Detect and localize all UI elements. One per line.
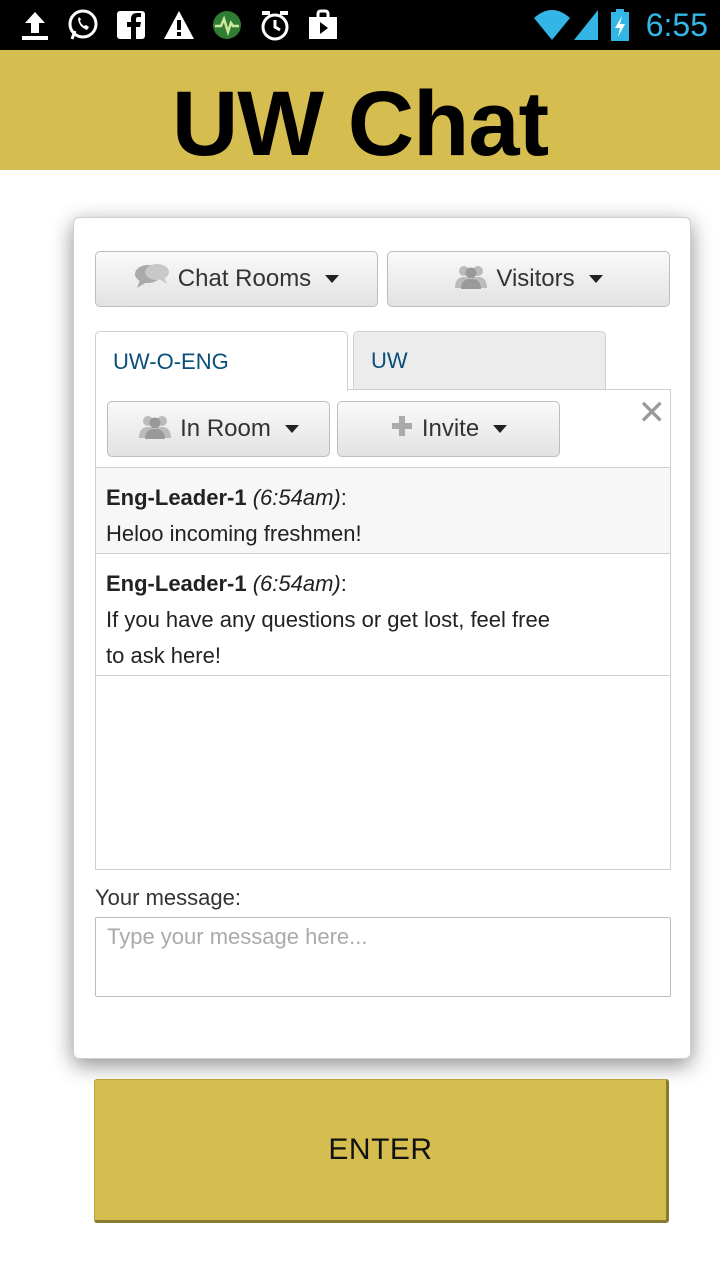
battery-charging-icon bbox=[608, 8, 632, 42]
chat-bubbles-icon bbox=[134, 262, 170, 297]
in-room-label: In Room bbox=[180, 415, 271, 442]
app-title: UW Chat bbox=[171, 73, 549, 175]
chat-rooms-button[interactable]: Chat Rooms bbox=[95, 251, 378, 307]
tab-label: UW bbox=[371, 347, 408, 373]
chat-rooms-label: Chat Rooms bbox=[177, 265, 312, 292]
upload-icon bbox=[18, 8, 52, 42]
app-header: UW Chat bbox=[0, 50, 720, 174]
visitors-button[interactable]: Visitors bbox=[387, 251, 670, 307]
tab-label: UW-O-ENG bbox=[113, 348, 229, 374]
message-separator: : bbox=[340, 571, 347, 596]
chat-widget: Chat Rooms Visitors UW-O-ENG UW In Room … bbox=[73, 217, 691, 1059]
signal-icon bbox=[572, 8, 600, 42]
wifi-icon bbox=[532, 8, 572, 42]
chat-room-panel: In Room Invite ✕ Eng-Leader-1 (6:54am): … bbox=[95, 389, 671, 870]
status-bar: 6:55 bbox=[0, 0, 720, 50]
close-icon[interactable]: ✕ bbox=[638, 396, 667, 430]
message-time: (6:54am) bbox=[252, 485, 341, 510]
visitors-label: Visitors bbox=[496, 265, 575, 292]
facebook-icon bbox=[114, 8, 148, 42]
in-room-button[interactable]: In Room bbox=[107, 401, 330, 457]
chevron-down-icon bbox=[588, 275, 603, 283]
tab-uw-o-eng[interactable]: UW-O-ENG bbox=[95, 331, 348, 391]
users-icon bbox=[454, 263, 488, 296]
message-header: Eng-Leader-1 (6:54am): bbox=[106, 480, 660, 516]
enter-button[interactable]: ENTER bbox=[94, 1079, 669, 1223]
shop-bag-icon bbox=[306, 8, 340, 42]
message-text: Heloo incoming freshmen! bbox=[106, 521, 362, 546]
chevron-down-icon bbox=[284, 425, 299, 433]
chevron-down-icon bbox=[493, 425, 508, 433]
message-divider bbox=[96, 675, 670, 676]
chevron-down-icon bbox=[325, 275, 340, 283]
plus-icon bbox=[390, 414, 414, 445]
message-header: Eng-Leader-1 (6:54am): bbox=[106, 566, 550, 602]
chat-message: Eng-Leader-1 (6:54am): Heloo incoming fr… bbox=[96, 467, 670, 554]
status-time: 6:55 bbox=[645, 7, 708, 43]
monitor-icon bbox=[210, 8, 244, 42]
message-author: Eng-Leader-1 bbox=[106, 485, 247, 510]
enter-label: ENTER bbox=[328, 1133, 433, 1166]
message-time: (6:54am) bbox=[252, 571, 341, 596]
message-author: Eng-Leader-1 bbox=[106, 571, 247, 596]
message-separator: : bbox=[340, 485, 347, 510]
message-text: If you have any questions or get lost, f… bbox=[106, 607, 550, 668]
users-icon bbox=[138, 413, 172, 446]
message-label: Your message: bbox=[95, 885, 241, 910]
warning-icon bbox=[162, 8, 196, 42]
alarm-icon bbox=[258, 8, 292, 42]
tab-uw[interactable]: UW bbox=[353, 331, 606, 389]
whatsapp-icon bbox=[66, 8, 100, 42]
invite-label: Invite bbox=[421, 415, 480, 442]
message-input[interactable] bbox=[95, 917, 671, 997]
chat-message: Eng-Leader-1 (6:54am): If you have any q… bbox=[96, 553, 670, 676]
invite-button[interactable]: Invite bbox=[337, 401, 560, 457]
